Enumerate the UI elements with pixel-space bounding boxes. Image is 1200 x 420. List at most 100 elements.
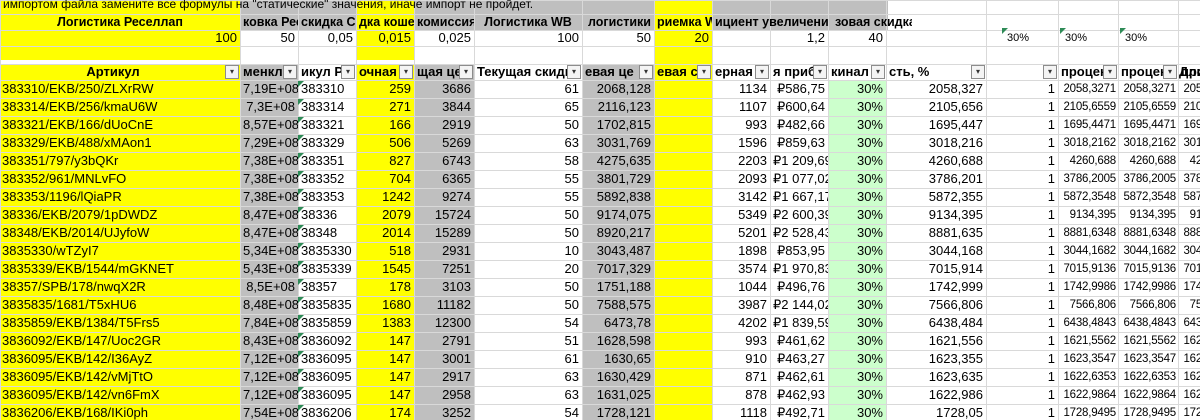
cell-r16-c6[interactable]: 1630,429 (582, 369, 654, 386)
cell-r3-c14[interactable]: 3018,2162 (1118, 135, 1178, 152)
cell-r2-c15[interactable]: 1695,4471 (1178, 117, 1200, 134)
cell-r12-c2[interactable]: 3835835 (298, 297, 356, 314)
cell-r17-c11[interactable]: 1622,986 (886, 387, 986, 404)
cell-r17-c10[interactable]: 30% (828, 387, 886, 404)
cell-r12-c13[interactable]: 7566,806 (1058, 297, 1118, 314)
cell-r10-c13[interactable]: 7015,9136 (1058, 261, 1118, 278)
cell-r3-c6[interactable]: 3031,769 (582, 135, 654, 152)
filter-dropdown-icon[interactable]: ▾ (755, 65, 769, 79)
cell-r8-c8[interactable]: 5201 (712, 225, 770, 242)
cell-r15-c7[interactable] (654, 351, 712, 368)
cell-r3-c5[interactable]: 63 (474, 135, 582, 152)
cell-r5-c1[interactable]: 7,38E+08 (240, 171, 298, 188)
cell-r4-c4[interactable]: 6743 (414, 153, 474, 170)
cell-r15-c15[interactable]: 1623,3547 (1178, 351, 1200, 368)
cell-r17-c4[interactable]: 2958 (414, 387, 474, 404)
cell-r13-c14[interactable]: 6438,4843 (1118, 315, 1178, 332)
cell-r6-c8[interactable]: 3142 (712, 189, 770, 206)
cell-r13-c9[interactable]: ₽1 839,59 (770, 315, 828, 332)
cell-r11-c1[interactable]: 8,5E+08 (240, 279, 298, 296)
cell-r5-c10[interactable]: 30% (828, 171, 886, 188)
cell-r12-c12[interactable]: 1 (986, 297, 1058, 314)
cell-r13-c0[interactable]: 3835859/EKB/1384/T5Frs5 (0, 315, 240, 332)
cell-r5-c11[interactable]: 3786,201 (886, 171, 986, 188)
filter-dropdown-icon[interactable]: ▾ (1043, 65, 1057, 79)
cell-r16-c0[interactable]: 3836095/EKB/142/vMjTtO (0, 369, 240, 386)
cell-r10-c2[interactable]: 3835339 (298, 261, 356, 278)
cell-r15-c3[interactable]: 147 (356, 351, 414, 368)
filter-dropdown-icon[interactable]: ▾ (697, 65, 711, 79)
cell-r12-c3[interactable]: 1680 (356, 297, 414, 314)
cell-r13-c10[interactable]: 30% (828, 315, 886, 332)
cell-r8-c5[interactable]: 50 (474, 225, 582, 242)
param-header-8[interactable]: ициент увеличени (712, 14, 832, 30)
cell-r6-c14[interactable]: 5872,3548 (1118, 189, 1178, 206)
cell-r17-c9[interactable]: ₽462,93 (770, 387, 828, 404)
cell-r11-c12[interactable]: 1 (986, 279, 1058, 296)
cell-r1-c9[interactable]: ₽600,64 (770, 99, 828, 116)
cell-r9-c15[interactable]: 3044,1682 (1178, 243, 1200, 260)
cell-r2-c11[interactable]: 1695,447 (886, 117, 986, 134)
cell-r9-c4[interactable]: 2931 (414, 243, 474, 260)
cell-r8-c3[interactable]: 2014 (356, 225, 414, 242)
cell-r4-c9[interactable]: ₽1 209,69 (770, 153, 828, 170)
cell-r0-c0[interactable]: 383310/EKB/250/ZLXrRW (0, 81, 240, 98)
filter-dropdown-icon[interactable]: ▾ (1163, 65, 1177, 79)
cell-r2-c6[interactable]: 1702,815 (582, 117, 654, 134)
cell-r14-c6[interactable]: 1628,598 (582, 333, 654, 350)
cell-r18-c2[interactable]: 3836206 (298, 405, 356, 420)
cell-r9-c8[interactable]: 1898 (712, 243, 770, 260)
cell-r9-c0[interactable]: 3835330/wTZyI7 (0, 243, 240, 260)
cell-r16-c11[interactable]: 1623,635 (886, 369, 986, 386)
cell-r0-c12[interactable]: 1 (986, 81, 1058, 98)
filter-dropdown-icon[interactable]: ▾ (813, 65, 827, 79)
param-value-7[interactable]: 20 (654, 30, 712, 46)
cell-r15-c6[interactable]: 1630,65 (582, 351, 654, 368)
cell-r7-c7[interactable] (654, 207, 712, 224)
cell-r14-c10[interactable]: 30% (828, 333, 886, 350)
cell-r11-c9[interactable]: ₽496,76 (770, 279, 828, 296)
cell-r12-c4[interactable]: 11182 (414, 297, 474, 314)
import-notice[interactable]: импортом файла замените все формулы на "… (0, 0, 1200, 12)
cell-r2-c14[interactable]: 1695,4471 (1118, 117, 1178, 134)
cell-r5-c5[interactable]: 55 (474, 171, 582, 188)
col-header-5[interactable]: Текущая скидка, (474, 64, 568, 80)
cell-r16-c9[interactable]: ₽462,61 (770, 369, 828, 386)
cell-r11-c0[interactable]: 38357/SPB/178/nwqX2R (0, 279, 240, 296)
cell-r3-c8[interactable]: 1596 (712, 135, 770, 152)
param-header-9[interactable]: зовая скидка (832, 14, 912, 30)
cell-r6-c7[interactable] (654, 189, 712, 206)
filter-dropdown-icon[interactable]: ▾ (225, 65, 239, 79)
cell-r15-c1[interactable]: 7,12E+08 (240, 351, 298, 368)
cell-r9-c12[interactable]: 1 (986, 243, 1058, 260)
cell-r11-c10[interactable]: 30% (828, 279, 886, 296)
cell-r8-c12[interactable]: 1 (986, 225, 1058, 242)
cell-r13-c13[interactable]: 6438,4843 (1058, 315, 1118, 332)
cell-r16-c4[interactable]: 2917 (414, 369, 474, 386)
cell-r10-c9[interactable]: ₽1 970,83 (770, 261, 828, 278)
cell-r5-c3[interactable]: 704 (356, 171, 414, 188)
col-header-11[interactable]: сть, % (886, 64, 972, 80)
cell-r8-c4[interactable]: 15289 (414, 225, 474, 242)
cell-r1-c15[interactable]: 2105,6559 (1178, 99, 1200, 116)
cell-r4-c8[interactable]: 2203 (712, 153, 770, 170)
cell-r10-c3[interactable]: 1545 (356, 261, 414, 278)
param-header-5[interactable]: Логистика WB (474, 14, 582, 30)
cell-r6-c13[interactable]: 5872,3548 (1058, 189, 1118, 206)
cell-r4-c10[interactable]: 30% (828, 153, 886, 170)
cell-r7-c13[interactable]: 9134,395 (1058, 207, 1118, 224)
cell-r8-c11[interactable]: 8881,635 (886, 225, 986, 242)
cell-r5-c15[interactable]: 3786,2005 (1178, 171, 1200, 188)
cell-r11-c4[interactable]: 3103 (414, 279, 474, 296)
cell-r3-c10[interactable]: 30% (828, 135, 886, 152)
cell-r10-c8[interactable]: 3574 (712, 261, 770, 278)
cell-r16-c3[interactable]: 147 (356, 369, 414, 386)
param-value-9[interactable]: 40 (828, 30, 886, 46)
col-header-2[interactable]: икул Ре (298, 64, 342, 80)
cell-r9-c7[interactable] (654, 243, 712, 260)
filter-dropdown-icon[interactable]: ▾ (971, 65, 985, 79)
cell-r11-c2[interactable]: 38357 (298, 279, 356, 296)
cell-r4-c6[interactable]: 4275,635 (582, 153, 654, 170)
param-percent-11[interactable]: 30% (1062, 30, 1118, 46)
cell-r0-c6[interactable]: 2068,128 (582, 81, 654, 98)
